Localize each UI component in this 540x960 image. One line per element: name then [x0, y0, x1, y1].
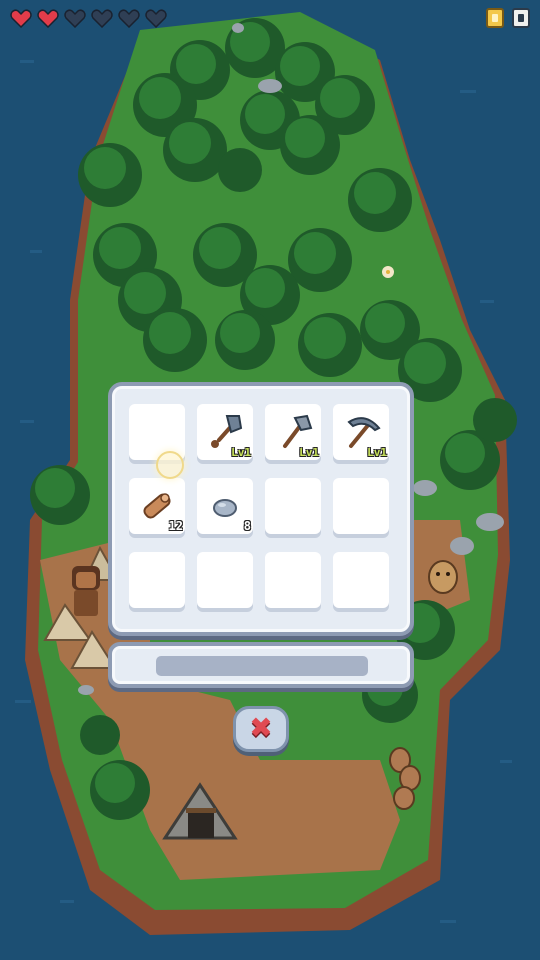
- item-level-label: Lv1: [299, 446, 319, 459]
- close-icon: ✖: [249, 711, 273, 744]
- heart-empty-icon: [64, 8, 86, 29]
- inventory-slot-empty[interactable]: [333, 552, 389, 608]
- item-count-label: 8: [243, 519, 251, 533]
- inventory-slot-empty[interactable]: [333, 478, 389, 534]
- heart-full-icon: [37, 8, 59, 29]
- hud-buttons: [486, 8, 530, 28]
- health-hearts: [10, 8, 167, 29]
- inventory-slot-empty[interactable]: [197, 552, 253, 608]
- close-button[interactable]: ✖: [233, 706, 289, 752]
- item-level-label: Lv1: [367, 446, 387, 459]
- inventory-slot-empty[interactable]: [265, 552, 321, 608]
- inventory-slot-wood[interactable]: 12: [129, 478, 185, 534]
- inventory-panel: Lv1 Lv1 Lv1 12 8: [108, 382, 414, 636]
- item-level-label: Lv1: [231, 446, 251, 459]
- player-character: [72, 566, 100, 616]
- heart-empty-icon: [145, 8, 167, 29]
- inventory-slot-empty[interactable]: [129, 552, 185, 608]
- inventory-slot-empty[interactable]: [265, 478, 321, 534]
- item-count-label: 12: [168, 519, 183, 533]
- inventory-slot-shovel[interactable]: Lv1: [197, 404, 253, 460]
- inventory-slot-empty[interactable]: [129, 404, 185, 460]
- selection-cursor: [156, 451, 184, 479]
- inventory-grid: Lv1 Lv1 Lv1 12 8: [129, 404, 389, 608]
- gold-card-icon[interactable]: [486, 8, 504, 28]
- inventory-slot-axe[interactable]: Lv1: [265, 404, 321, 460]
- inventory-slot-pickaxe[interactable]: Lv1: [333, 404, 389, 460]
- map-icon[interactable]: [512, 8, 530, 28]
- npc-creature: [428, 560, 458, 594]
- item-info-track: [156, 656, 368, 676]
- heart-empty-icon: [118, 8, 140, 29]
- inventory-slot-stone[interactable]: 8: [197, 478, 253, 534]
- heart-full-icon: [10, 8, 32, 29]
- item-info-bar: [108, 642, 414, 688]
- flower: [382, 266, 394, 278]
- heart-empty-icon: [91, 8, 113, 29]
